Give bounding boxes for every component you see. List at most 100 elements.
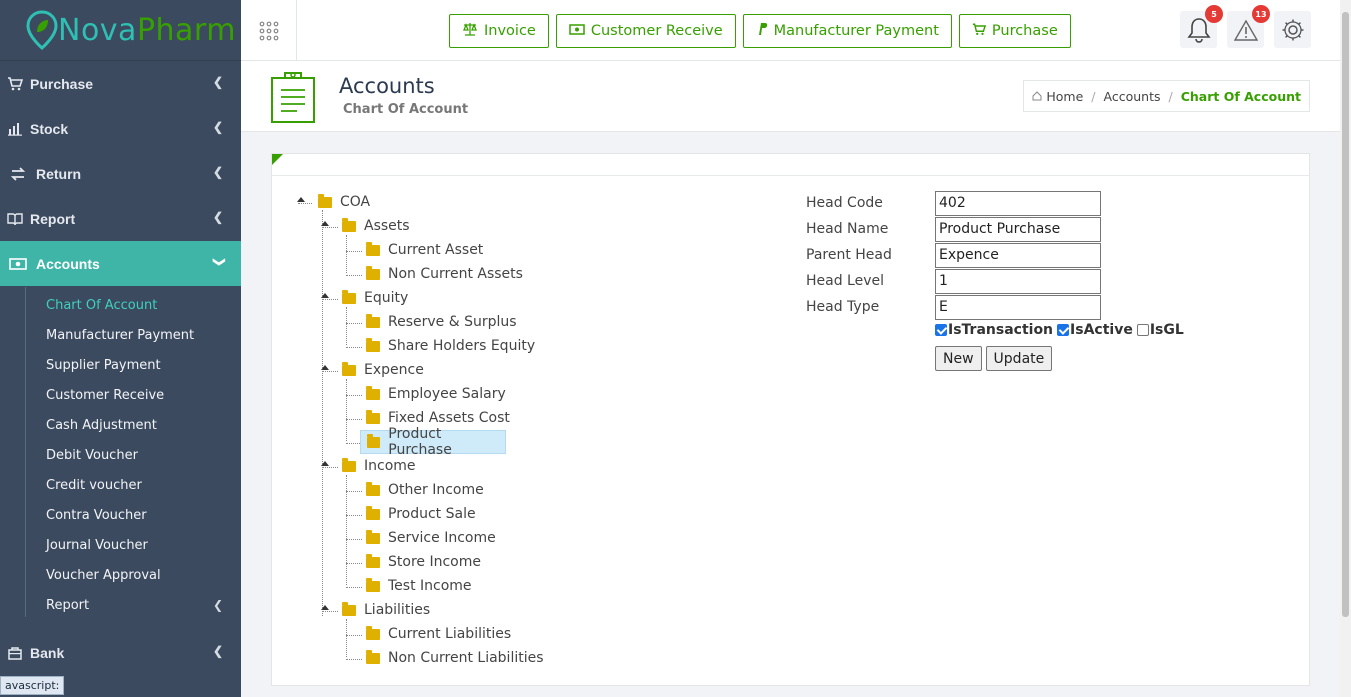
tree-node-non-current-assets[interactable]: Non Current Assets — [364, 263, 525, 285]
sidebar: NovaPharm Purchase ❮ Stock ❮ Return ❮ Re… — [0, 0, 241, 697]
tree-node-liabilities[interactable]: Liabilities — [340, 599, 432, 621]
tree-node-product-purchase[interactable]: Product Purchase — [360, 426, 506, 458]
is-active-checkbox[interactable] — [1057, 324, 1070, 336]
tree-node-equity[interactable]: Equity — [340, 287, 410, 309]
sub-item-manufacturer-payment[interactable]: Manufacturer Payment — [0, 320, 241, 350]
settings-button[interactable] — [1274, 11, 1311, 48]
folder-icon — [366, 649, 380, 664]
folder-icon — [342, 289, 356, 304]
manufacturer-payment-button[interactable]: Manufacturer Payment — [742, 14, 952, 48]
breadcrumb-home[interactable]: Home — [1046, 89, 1083, 104]
tree-connector — [322, 371, 338, 372]
folder-icon — [342, 457, 356, 472]
sub-item-customer-receive[interactable]: Customer Receive — [0, 380, 241, 410]
top-right-controls: 5 13 — [1180, 5, 1311, 48]
accounts-submenu: Chart Of Account Manufacturer Payment Su… — [0, 286, 241, 620]
breadcrumb-separator: / — [1091, 88, 1096, 104]
sidebar-item-purchase[interactable]: Purchase ❮ — [0, 61, 241, 106]
collapse-icon[interactable] — [321, 221, 329, 226]
tree-node-current-liabilities[interactable]: Current Liabilities — [364, 623, 513, 645]
tree-connector — [346, 395, 362, 396]
sub-item-cash-adjustment[interactable]: Cash Adjustment — [0, 410, 241, 440]
apps-grid-button[interactable] — [241, 0, 297, 61]
sub-item-report[interactable]: Report ❮ — [0, 590, 241, 620]
parent-head-input[interactable] — [935, 242, 1101, 268]
breadcrumb-accounts[interactable]: Accounts — [1104, 89, 1161, 104]
alerts-badge: 13 — [1252, 5, 1270, 23]
logo[interactable]: NovaPharm — [0, 0, 241, 61]
update-button[interactable]: Update — [985, 346, 1053, 371]
tree-node-expence[interactable]: Expence — [340, 359, 426, 381]
head-name-input[interactable] — [935, 216, 1101, 242]
sidebar-item-label: Stock — [30, 120, 69, 137]
folder-icon — [366, 265, 380, 280]
balance-scale-icon — [462, 22, 478, 40]
sidebar-item-return[interactable]: Return ❮ — [0, 151, 241, 196]
purchase-button[interactable]: Purchase — [958, 14, 1071, 48]
tree-node-product-sale[interactable]: Product Sale — [364, 503, 478, 525]
form-actions: New Update — [935, 346, 1053, 371]
tree-node-current-asset[interactable]: Current Asset — [364, 239, 485, 261]
tree-node-label: Other Income — [388, 482, 484, 498]
tree-node-label: Non Current Assets — [388, 266, 523, 282]
sub-item-supplier-payment[interactable]: Supplier Payment — [0, 350, 241, 380]
customer-receive-button[interactable]: Customer Receive — [555, 14, 736, 48]
sub-item-contra-voucher[interactable]: Contra Voucher — [0, 500, 241, 530]
sub-item-journal-voucher[interactable]: Journal Voucher — [0, 530, 241, 560]
new-button[interactable]: New — [935, 346, 982, 371]
warning-icon — [1233, 19, 1258, 41]
is-transaction-checkbox[interactable] — [935, 324, 947, 336]
invoice-button[interactable]: Invoice — [449, 14, 549, 48]
tree-node-label: Product Purchase — [388, 426, 452, 458]
sub-item-chart-of-account[interactable]: Chart Of Account — [0, 290, 241, 320]
collapse-icon[interactable] — [297, 197, 305, 202]
purchase-button-label: Purchase — [991, 23, 1058, 39]
scrollbar-thumb[interactable] — [1342, 12, 1349, 617]
head-code-input[interactable] — [935, 190, 1101, 216]
logo-text-nova: Nova — [58, 12, 137, 48]
sidebar-item-report[interactable]: Report ❮ — [0, 196, 241, 241]
collapse-icon[interactable] — [321, 365, 329, 370]
collapse-icon[interactable] — [321, 293, 329, 298]
tree-connector — [322, 611, 338, 612]
sidebar-item-stock[interactable]: Stock ❮ — [0, 106, 241, 151]
tree-node-employee-salary[interactable]: Employee Salary — [364, 383, 508, 405]
head-level-input[interactable] — [935, 268, 1101, 294]
tree-node-assets[interactable]: Assets — [340, 215, 412, 237]
tree-node-test-income[interactable]: Test Income — [364, 575, 474, 597]
tree-node-coa[interactable]: COA — [316, 191, 372, 213]
tree-node-label: Equity — [364, 290, 409, 306]
panel-header — [272, 154, 1309, 176]
head-name-label: Head Name — [806, 221, 889, 237]
sub-item-debit-voucher[interactable]: Debit Voucher — [0, 440, 241, 470]
panel-corner-marker — [272, 154, 283, 165]
chevron-left-icon: ❮ — [212, 165, 223, 179]
sub-item-credit-voucher[interactable]: Credit voucher — [0, 470, 241, 500]
tree-node-service-income[interactable]: Service Income — [364, 527, 498, 549]
tree-node-non-current-liabilities[interactable]: Non Current Liabilities — [364, 647, 546, 669]
sub-item-voucher-approval[interactable]: Voucher Approval — [0, 560, 241, 590]
tree-connector — [346, 659, 362, 660]
breadcrumb: Home / Accounts / Chart Of Account — [1023, 80, 1310, 112]
collapse-icon[interactable] — [321, 461, 329, 466]
tree-node-income[interactable]: Income — [340, 455, 418, 477]
tree-node-share-holders-equity[interactable]: Share Holders Equity — [364, 335, 537, 357]
head-type-input[interactable] — [935, 294, 1101, 320]
alerts-button[interactable]: 13 — [1227, 5, 1270, 48]
sidebar-item-label: Purchase — [30, 75, 94, 92]
tree-node-reserve-surplus[interactable]: Reserve & Surplus — [364, 311, 519, 333]
notifications-button[interactable]: 5 — [1180, 5, 1223, 48]
collapse-icon[interactable] — [321, 605, 329, 610]
sidebar-item-bank[interactable]: Bank ❮ — [0, 630, 241, 675]
tree-node-other-income[interactable]: Other Income — [364, 479, 486, 501]
notifications-badge: 5 — [1205, 5, 1223, 23]
logo-text: NovaPharm — [58, 13, 236, 48]
chevron-left-icon: ❮ — [212, 120, 223, 134]
page-scrollbar[interactable] — [1340, 0, 1351, 697]
tree-node-store-income[interactable]: Store Income — [364, 551, 483, 573]
sidebar-item-accounts[interactable]: Accounts ❮ — [0, 241, 241, 286]
tree-node-label: Test Income — [388, 578, 472, 594]
is-gl-checkbox[interactable] — [1136, 324, 1149, 336]
cart-icon — [0, 76, 30, 91]
is-active-label: IsActive — [1070, 322, 1133, 338]
